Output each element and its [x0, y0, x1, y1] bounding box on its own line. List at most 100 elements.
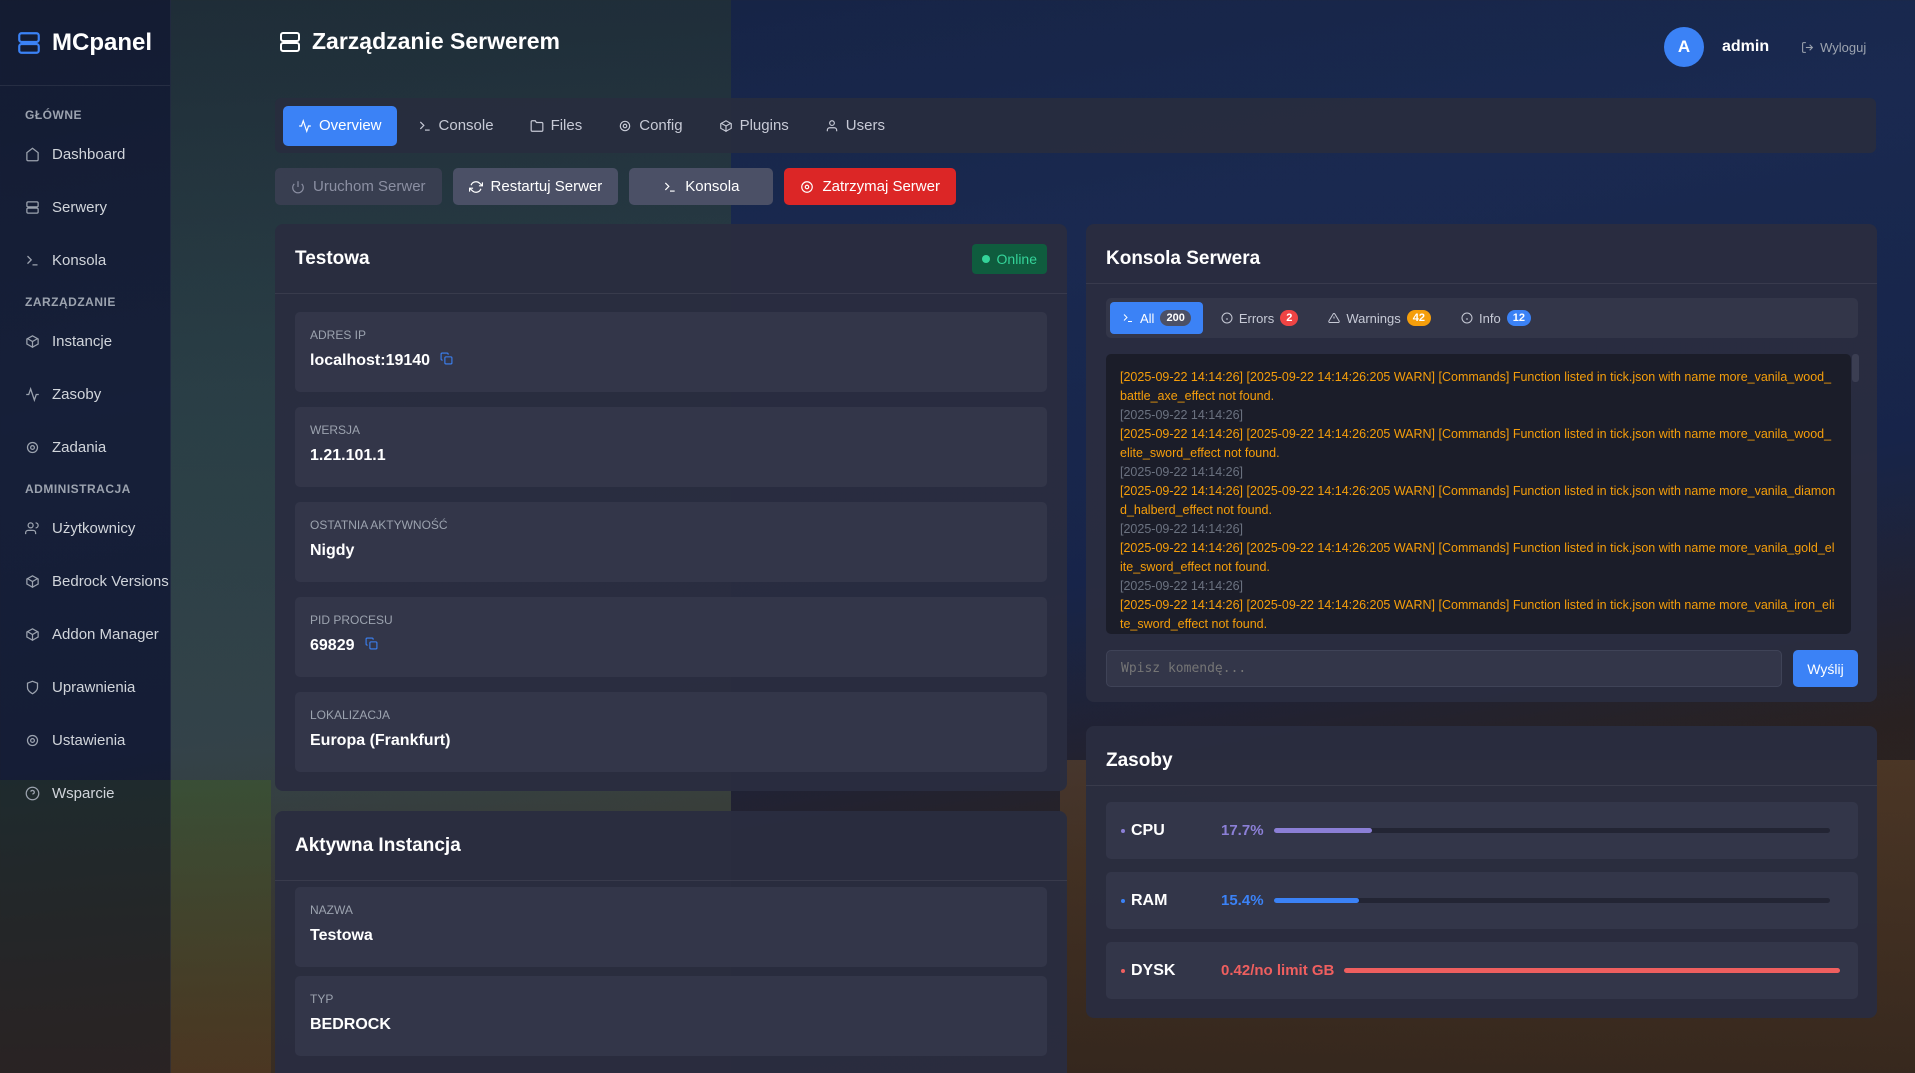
sidebar-item-zadania[interactable]: Zadania [0, 421, 170, 474]
user-area: A admin Wyloguj [1664, 27, 1866, 67]
sidebar-item-uprawnienia[interactable]: Uprawnienia [0, 661, 170, 714]
field-value: BEDROCK [310, 1016, 1032, 1034]
console-title: Konsola Serwera [1106, 248, 1261, 269]
resource-name-text: DYSK [1131, 961, 1176, 979]
console-button[interactable]: Konsola [629, 168, 774, 205]
field-label: ADRES IP [310, 328, 367, 342]
sidebar-item-label: Zasoby [52, 386, 102, 403]
sidebar-item-ustawienia[interactable]: Ustawienia [0, 714, 170, 767]
copy-button[interactable] [440, 352, 453, 370]
sidebar-item-instancje[interactable]: Instancje [0, 315, 170, 368]
user-icon [826, 119, 838, 131]
field-value-text: Testowa [310, 927, 373, 944]
filter-errors[interactable]: Errors 2 [1209, 302, 1311, 334]
filter-warnings[interactable]: Warnings 42 [1316, 302, 1443, 334]
console-log[interactable]: [2025-09-22 14:14:26] [2025-09-22 14:14:… [1106, 354, 1851, 634]
field-value: Testowa [310, 927, 1032, 945]
sidebar-item-serwery[interactable]: Serwery [0, 181, 170, 234]
sidebar-item-label: Konsola [52, 252, 107, 269]
server-icon [26, 201, 39, 214]
log-line: [2025-09-22 14:14:26] [2025-09-22 14:14:… [1120, 541, 1835, 574]
command-input[interactable] [1106, 650, 1782, 687]
tab-files[interactable]: Files [515, 106, 598, 146]
sidebar-item-użytkownicy[interactable]: Użytkownicy [0, 502, 170, 555]
shield-icon [26, 680, 39, 695]
console-header: Konsola Serwera [1086, 224, 1877, 284]
page-title-text: Zarządzanie Serwerem [312, 28, 561, 54]
filter-count: 2 [1280, 310, 1299, 326]
sidebar-item-dashboard[interactable]: Dashboard [0, 128, 170, 181]
gear-icon [26, 441, 39, 454]
tab-users[interactable]: Users [810, 106, 900, 146]
logout-button[interactable]: Wyloguj [1801, 40, 1866, 55]
start-server-button[interactable]: Uruchom Serwer [275, 168, 442, 205]
info-field: TYP BEDROCK [295, 976, 1047, 1056]
resources-header: Zasoby [1086, 726, 1877, 786]
instance-title: Aktywna Instancja [295, 834, 461, 856]
filter-info[interactable]: Info 12 [1449, 302, 1543, 334]
sidebar-item-addon-manager[interactable]: Addon Manager [0, 608, 170, 661]
resource-name-text: CPU [1131, 821, 1165, 839]
avatar[interactable]: A [1664, 27, 1704, 67]
sidebar-item-bedrock-versions[interactable]: Bedrock Versions [0, 555, 170, 608]
sidebar: MCpanel GŁÓWNE Dashboard Serwery Konsola ZAR… [0, 0, 171, 1073]
field-value: Nigdy [310, 542, 1032, 560]
resource-dot [1121, 968, 1125, 973]
alert-icon [1328, 312, 1341, 323]
brand[interactable]: MCpanel [0, 0, 170, 86]
stop-server-button[interactable]: Zatrzymaj Serwer [784, 168, 956, 205]
filter-all[interactable]: All 200 [1110, 302, 1203, 334]
sidebar-item-zasoby[interactable]: Zasoby [0, 368, 170, 421]
field-value-text: 1.21.101.1 [310, 447, 386, 464]
resource-name: DYSK [1121, 962, 1221, 980]
tab-label: Users [845, 117, 885, 134]
send-button[interactable]: Wyślij [1793, 650, 1858, 687]
server-name: Testowa [295, 247, 370, 269]
field-value-text: 69829 [310, 637, 355, 654]
start-server-label: Uruchom Serwer [313, 178, 426, 195]
box-icon [719, 119, 732, 132]
sidebar-item-label: Uprawnienia [52, 679, 136, 696]
box-icon [26, 628, 39, 641]
resource-name-text: RAM [1131, 891, 1168, 909]
nav-section-title: GŁÓWNE [25, 108, 82, 122]
terminal-icon [665, 182, 675, 192]
tab-console[interactable]: Console [403, 106, 509, 146]
filter-count: 12 [1506, 310, 1531, 326]
field-label: TYP [310, 992, 334, 1006]
nav-section-title: ZARZĄDZANIE [25, 295, 116, 309]
resource-value: 17.7% [1221, 822, 1264, 839]
sidebar-item-wsparcie[interactable]: Wsparcie [0, 767, 170, 820]
resource-ram: RAM 15.4% [1106, 872, 1858, 929]
restart-server-button[interactable]: Restartuj Serwer [452, 168, 619, 205]
instance-card: Aktywna Instancja NAZWA Testowa TYP BEDROCK [275, 811, 1067, 1073]
info-field: OSTATNIA AKTYWNOŚĆ Nigdy [295, 502, 1047, 582]
sidebar-item-label: Bedrock Versions [52, 573, 169, 590]
power-icon [292, 180, 304, 193]
tab-bar: Overview Console Files Config Plugins Users [275, 98, 1876, 153]
brand-name: MCpanel [52, 28, 153, 56]
info-field: ADRES IP localhost:19140 [295, 312, 1047, 392]
terminal-icon [27, 255, 38, 266]
logout-label: Wyloguj [1820, 39, 1867, 55]
console-scrollbar[interactable] [1852, 354, 1859, 382]
tab-label: Files [550, 117, 583, 134]
sidebar-nav: GŁÓWNE Dashboard Serwery Konsola ZARZĄDZANIE… [0, 108, 170, 820]
sidebar-item-konsola[interactable]: Konsola [0, 234, 170, 287]
sidebar-item-label: Dashboard [52, 146, 126, 163]
sidebar-item-label: Addon Manager [52, 626, 159, 643]
field-value: 69829 [310, 637, 1032, 655]
filter-label: All [1140, 310, 1155, 326]
field-value: 1.21.101.1 [310, 447, 1032, 465]
tab-plugins[interactable]: Plugins [704, 106, 804, 146]
tab-overview[interactable]: Overview [283, 105, 397, 146]
field-label: LOKALIZACJA [310, 708, 391, 722]
tab-config[interactable]: Config [603, 106, 697, 146]
copy-button[interactable] [365, 637, 378, 655]
terminal-icon [419, 121, 430, 131]
folder-icon [530, 119, 543, 132]
filter-count: 42 [1406, 310, 1432, 326]
log-line: [2025-09-22 14:14:26] [2025-09-22 14:14:… [1120, 370, 1832, 403]
resource-dot [1121, 828, 1125, 833]
activity-icon [26, 387, 39, 402]
